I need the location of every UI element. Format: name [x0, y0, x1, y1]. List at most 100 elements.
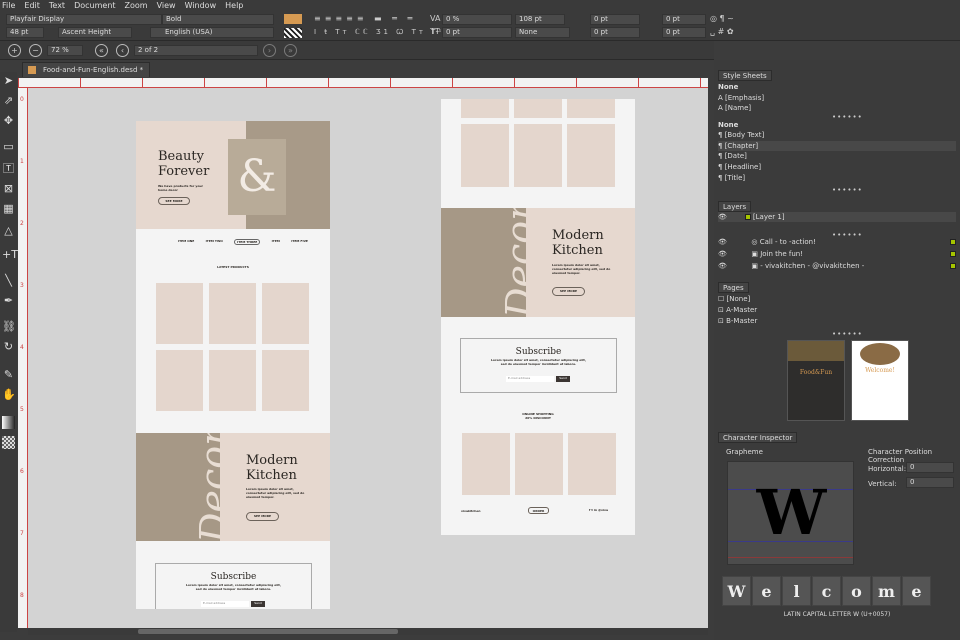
email-input[interactable]: E-mail address — [506, 376, 554, 382]
para-style-item[interactable]: ¶ [Title] — [718, 173, 956, 183]
master-page-item[interactable]: ☐ [None] — [718, 294, 956, 304]
document-canvas[interactable]: & Beauty Forever We have products for you… — [28, 88, 708, 628]
layer-row[interactable]: 👁 [Layer 1] — [718, 212, 956, 222]
shape-tool-icon[interactable]: ▭ — [2, 140, 15, 153]
gradient-tool-icon[interactable] — [2, 416, 15, 429]
font-style-select[interactable]: Bold — [162, 14, 274, 25]
master-page-item[interactable]: ⊡ B-Master — [718, 316, 956, 326]
word-tracking-icon[interactable]: ␣ # ✿ — [710, 27, 734, 37]
pages-tab[interactable]: Pages — [718, 282, 749, 293]
document-tab[interactable]: Food-and-Fun-English.desd * — [22, 62, 150, 77]
send-button[interactable]: Send — [556, 376, 570, 382]
category-tab[interactable]: ITEM TWO — [206, 239, 223, 245]
vertical-field[interactable]: 0 — [906, 477, 954, 488]
tracking-field[interactable]: 0 % — [442, 14, 512, 25]
page-1[interactable]: & Beauty Forever We have products for you… — [136, 121, 330, 609]
line-spacing-mode-select[interactable]: None — [515, 27, 570, 38]
menu-text[interactable]: Text — [49, 0, 65, 12]
category-tab[interactable]: ITEM ONE — [178, 239, 194, 245]
fill-color-swatch[interactable] — [284, 14, 302, 24]
page-thumbnail-2[interactable]: Welcome! — [851, 340, 909, 421]
optical-margins-icon[interactable]: ◎ ¶ ~ — [710, 14, 734, 24]
glyph-cell[interactable]: l — [782, 576, 811, 606]
character-inspector-tab[interactable]: Character Inspector — [718, 432, 798, 443]
line-spacing-field[interactable]: 108 pt — [515, 14, 565, 25]
menu-window[interactable]: Window — [185, 0, 217, 12]
glyph-cell[interactable]: e — [902, 576, 931, 606]
image-frame-tool-icon[interactable]: ⊠ — [2, 182, 15, 195]
font-family-select[interactable]: Playfair Display — [6, 14, 162, 25]
master-page-item[interactable]: ⊡ A-Master — [718, 305, 956, 315]
next-page-icon[interactable]: › — [263, 44, 276, 57]
category-tab[interactable]: ITEM FIVE — [291, 239, 308, 245]
last-page-icon[interactable]: » — [284, 44, 297, 57]
edit-contents-tool-icon[interactable]: ⇗ — [2, 94, 15, 107]
hero-see-more-button[interactable]: SEE MORE — [158, 197, 190, 205]
rotate-tool-icon[interactable]: ↻ — [2, 340, 15, 353]
kitchen-see-more-button[interactable]: SEE MORE — [246, 512, 279, 521]
table-tool-icon[interactable]: ▦ — [2, 202, 15, 215]
menu-help[interactable]: Help — [225, 0, 243, 12]
para-style-item[interactable]: ¶ [Date] — [718, 151, 956, 161]
space-after-field[interactable]: 0 pt — [590, 27, 640, 38]
page-thumbnail-1[interactable]: Food&Fun — [787, 340, 845, 421]
menu-document[interactable]: Document — [74, 0, 115, 12]
para-style-item[interactable]: ¶ [Headline] — [718, 162, 956, 172]
baseline-select[interactable]: Ascent Height — [58, 27, 132, 38]
line-tool-icon[interactable]: ╲ — [2, 274, 15, 287]
menu-zoom[interactable]: Zoom — [125, 0, 148, 12]
language-select[interactable]: English (USA) — [150, 27, 274, 38]
para-style-item[interactable]: ¶ [Chapter] — [718, 141, 956, 151]
char-style-item[interactable]: A [Name] — [718, 103, 956, 113]
horizontal-field[interactable]: 0 — [906, 462, 954, 473]
send-button[interactable]: Send — [251, 601, 265, 607]
eyedropper-tool-icon[interactable]: ✎ — [2, 368, 15, 381]
glyph-cell[interactable]: c — [812, 576, 841, 606]
left-indent-field[interactable]: 0 pt — [662, 27, 706, 38]
move-tool-icon[interactable]: ✥ — [2, 114, 15, 127]
first-page-icon[interactable]: « — [95, 44, 108, 57]
footer-order-button[interactable]: ORDER — [528, 507, 549, 514]
glyph-cell[interactable]: o — [842, 576, 871, 606]
char-style-item[interactable]: None — [718, 82, 956, 92]
font-size-field[interactable]: 48 pt — [6, 27, 44, 38]
link-frames-tool-icon[interactable]: ⛓ — [2, 320, 16, 333]
kitchen-see-more-button[interactable]: SEE MORE — [552, 287, 585, 296]
email-input[interactable]: E-mail address — [201, 601, 249, 607]
object-row[interactable]: 👁 ◎ Call - to -action! — [718, 237, 956, 247]
para-style-item[interactable]: ¶ [Body Text] — [718, 130, 956, 140]
char-style-item[interactable]: A [Emphasis] — [718, 93, 956, 103]
style-sheets-tab[interactable]: Style Sheets — [718, 70, 772, 81]
text-effect-icons[interactable]: I ŧ Tт ℂℂ Ʒ1 Ꞷ Tт T¹ Tᵀ — [314, 27, 462, 37]
menu-file[interactable]: File — [2, 0, 15, 12]
para-style-item[interactable]: None — [718, 120, 956, 130]
menu-view[interactable]: View — [157, 0, 176, 12]
bezier-tool-icon[interactable]: ✒ — [2, 294, 15, 307]
glyph-cell[interactable]: e — [752, 576, 781, 606]
vertical-ruler[interactable]: 0 1 2 3 4 5 6 7 8 — [18, 88, 28, 628]
category-tab[interactable]: ITEM — [272, 239, 280, 245]
horizontal-scrollbar[interactable] — [28, 628, 708, 635]
previous-page-icon[interactable]: ‹ — [116, 44, 129, 57]
splitter-handle[interactable]: •••••• — [832, 187, 863, 194]
text-frame-tool-icon[interactable]: 🅃 — [2, 162, 15, 175]
page-select[interactable]: 2 of 2 — [134, 45, 258, 56]
glyph-cell[interactable]: m — [872, 576, 901, 606]
splitter-handle[interactable]: •••••• — [832, 331, 863, 338]
first-indent-field[interactable]: 0 pt — [662, 14, 706, 25]
scrollbar-thumb[interactable] — [138, 629, 398, 634]
baseline-offset-field[interactable]: 0 pt — [442, 27, 512, 38]
alignment-icons[interactable]: ≡≡≡≡≡ ▬ ═ ═ — [314, 14, 416, 24]
stroke-none-swatch[interactable] — [284, 28, 302, 38]
horizontal-ruler[interactable] — [18, 78, 708, 88]
space-before-field[interactable]: 0 pt — [590, 14, 640, 25]
select-tool-icon[interactable]: ➤ — [2, 74, 15, 87]
zoom-level-field[interactable]: 72 % — [47, 45, 83, 56]
menu-edit[interactable]: Edit — [24, 0, 40, 12]
object-row[interactable]: 👁 ▣ Join the fun! — [718, 249, 956, 259]
zoom-out-icon[interactable]: − — [29, 44, 42, 57]
text-on-path-tool-icon[interactable]: +T — [2, 248, 18, 261]
glyph-cell[interactable]: W — [722, 576, 751, 606]
polygon-tool-icon[interactable]: △ — [2, 224, 15, 237]
page-2[interactable]: Decor Modern Kitchen Lorem ipsum dolor si… — [441, 99, 635, 535]
